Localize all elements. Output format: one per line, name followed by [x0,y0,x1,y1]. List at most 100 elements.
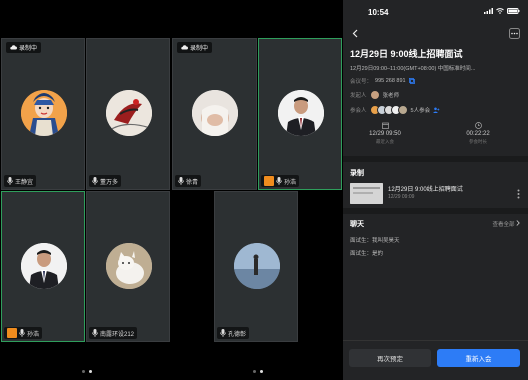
microphone-icon [92,329,98,337]
recording-item[interactable]: 12月29日 9:00线上招聘面试 12/29 09:09 [350,181,522,207]
reschedule-button[interactable]: 再次预定 [349,349,431,367]
meeting-detail-panel: 10:54 12月29日 9:00线上招聘面试 12月29日09:00–11:0… [343,0,528,380]
microphone-icon [220,329,226,337]
participant-name-badge: 王静宜 [4,175,37,187]
video-tile-6[interactable]: 南露环设212 [86,191,170,342]
participant-name-badge: 孔德彰 [217,327,250,339]
chat-message: 面试生：我叫吴昊天 [350,238,400,244]
duration-value: 00:22:22 [466,131,490,137]
participant-name: 南露环设212 [100,331,135,338]
participant-name: 董万多 [100,179,119,186]
participants-label: 参会人 [350,108,367,114]
meeting-id-row: 会议号： 995 268 891 [350,77,415,85]
participant-name-badge: 南露环设212 [89,327,138,339]
section-divider [343,156,528,162]
last-join-stat: 12/29 09:50 最近入会 [355,122,415,145]
participant-avatars [369,105,408,115]
cloud-icon [10,45,17,50]
man-in-suit-image [21,243,67,289]
video-thumbnail-image [350,183,383,204]
meeting-time: 12月29日09:00–11:00(GMT+08:00) 中国标准时间... [350,66,476,72]
rejoin-button[interactable]: 重新入会 [437,349,520,367]
participant-name: 王静宜 [15,179,34,186]
chat-message: 面试生：是的 [350,251,384,257]
opera-figure-image [21,90,67,136]
copy-icon[interactable] [408,78,415,84]
participant-name-badge: 董万多 [89,175,122,187]
wifi-icon [496,8,504,14]
recording-item-date: 12/29 09:09 [388,194,415,200]
status-time: 10:54 [368,8,389,17]
video-grid: 录制中 王静宜 董万多 录制中 徐青 孙浩 孙浩 南露环设212 孔德彰 [0,0,343,380]
page-dot-active [260,370,263,373]
meeting-id-label: 会议号： [350,79,373,85]
calendar-icon [381,122,389,129]
battery-icon [507,8,520,14]
recording-indicator: 录制中 [6,42,42,53]
participant-name-badge: 孙浩 [4,327,43,339]
host-badge-icon [7,328,17,338]
microphone-icon [19,329,25,337]
chat-see-all-label: 查看全部 [492,222,515,228]
person-by-sea-image [234,243,280,289]
man-in-suit-image [278,90,324,136]
more-vertical-icon[interactable] [517,189,520,199]
recording-item-title: 12月29日 9:00线上招聘面试 [388,187,463,193]
page-indicator [82,370,92,373]
recording-indicator: 录制中 [177,42,213,53]
participant-name: 孙浩 [284,179,297,186]
avatar [234,243,280,289]
duration-caption: 参会时长 [469,139,487,144]
video-tile-3[interactable]: 录制中 徐青 [172,38,257,190]
recording-label: 录制中 [19,46,38,52]
more-options-icon[interactable] [509,28,520,39]
white-cat-image [106,243,152,289]
last-join-caption: 最近入会 [376,139,394,144]
status-icons [484,8,520,14]
nav-bar [343,26,528,42]
video-tile-2[interactable]: 董万多 [86,38,170,190]
chat-see-all-link[interactable]: 查看全部 [492,220,520,228]
microphone-icon [178,177,184,185]
recording-thumbnail [350,183,383,204]
microphone-icon [92,177,98,185]
host-name: 张老师 [382,93,400,99]
host-badge-icon [264,176,274,186]
participant-name: 孔德彰 [228,331,247,338]
avatar [21,243,67,289]
add-person-icon[interactable] [433,107,440,113]
microphone-icon [7,177,13,185]
participants-row[interactable]: 参会人 5人参会 [350,105,440,115]
participant-name-badge: 孙浩 [261,175,300,187]
video-tile-5[interactable]: 孙浩 [1,191,85,342]
meeting-title: 12月29日 9:00线上招聘面试 [350,49,463,59]
participant-name-badge: 徐青 [175,175,202,187]
clock-icon [474,122,482,129]
back-arrow-icon[interactable] [352,29,358,38]
avatar [278,90,324,136]
participants-count: 5人参会 [410,108,431,114]
video-tile-4[interactable]: 孙浩 [258,38,342,190]
crane-painting-image [106,90,152,136]
participant-avatar [397,105,408,115]
cloud-icon [181,45,188,50]
hands-photo-image [192,90,238,136]
video-tile-1[interactable]: 录制中 王静宜 [1,38,85,190]
status-bar: 10:54 [343,6,528,20]
signal-icon [484,8,493,14]
recording-section-title: 录制 [350,170,364,177]
avatar [106,90,152,136]
last-join-value: 12/29 09:50 [369,131,401,137]
duration-stat: 00:22:22 参会时长 [448,122,508,145]
participant-name: 孙浩 [27,331,40,338]
page-indicator [253,370,263,373]
meeting-id: 995 268 891 [375,78,406,84]
avatar [192,90,238,136]
bottom-action-bar: 再次预定 重新入会 [343,340,528,380]
chevron-right-icon [516,220,520,226]
chat-section-title: 聊天 [350,221,364,228]
avatar [21,90,67,136]
host-label: 发起人 [350,93,367,99]
video-tile-7[interactable]: 孔德彰 [214,191,298,342]
page-dot [253,370,256,373]
